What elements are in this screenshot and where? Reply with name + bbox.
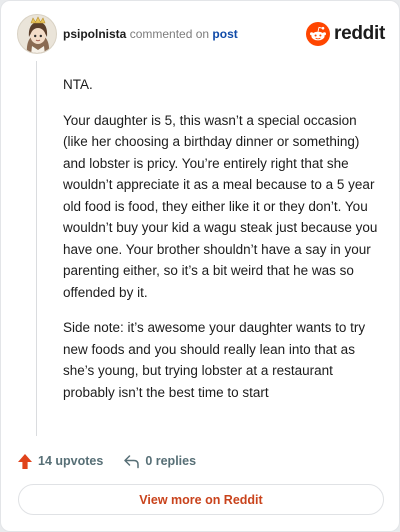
- comment-actions: 14 upvotes 0 replies: [17, 452, 196, 470]
- comment-paragraph: NTA.: [63, 77, 93, 92]
- comment-paragraph: Your daughter is 5, this wasn’t a specia…: [63, 112, 378, 300]
- comment-body: NTA. Your daughter is 5, this wasn’t a s…: [63, 74, 381, 417]
- upvote-count: 14 upvotes: [38, 454, 104, 468]
- reddit-logo-icon: [306, 22, 331, 46]
- comment-meta: psipolnista commented on post: [63, 27, 238, 41]
- post-link[interactable]: post: [212, 27, 237, 41]
- reply-icon: [124, 454, 140, 468]
- thread-line: [36, 61, 37, 436]
- comment-card: psipolnista commented on post reddit NTA…: [0, 0, 400, 532]
- reply-button[interactable]: 0 replies: [123, 454, 196, 469]
- commented-on-text: commented on: [129, 27, 210, 41]
- upvote-button[interactable]: 14 upvotes: [17, 453, 103, 470]
- username-link[interactable]: psipolnista: [63, 27, 126, 41]
- reddit-brand-link[interactable]: reddit: [306, 21, 385, 47]
- view-more-button[interactable]: View more on Reddit: [18, 484, 384, 515]
- upvote-arrow-icon: [18, 453, 32, 469]
- comment-paragraph: Side note: it’s awesome your daughter wa…: [63, 320, 366, 400]
- brand-name: reddit: [334, 23, 385, 44]
- comment-header: psipolnista commented on post reddit: [17, 14, 385, 54]
- reply-count: 0 replies: [145, 454, 197, 468]
- avatar[interactable]: [17, 14, 57, 54]
